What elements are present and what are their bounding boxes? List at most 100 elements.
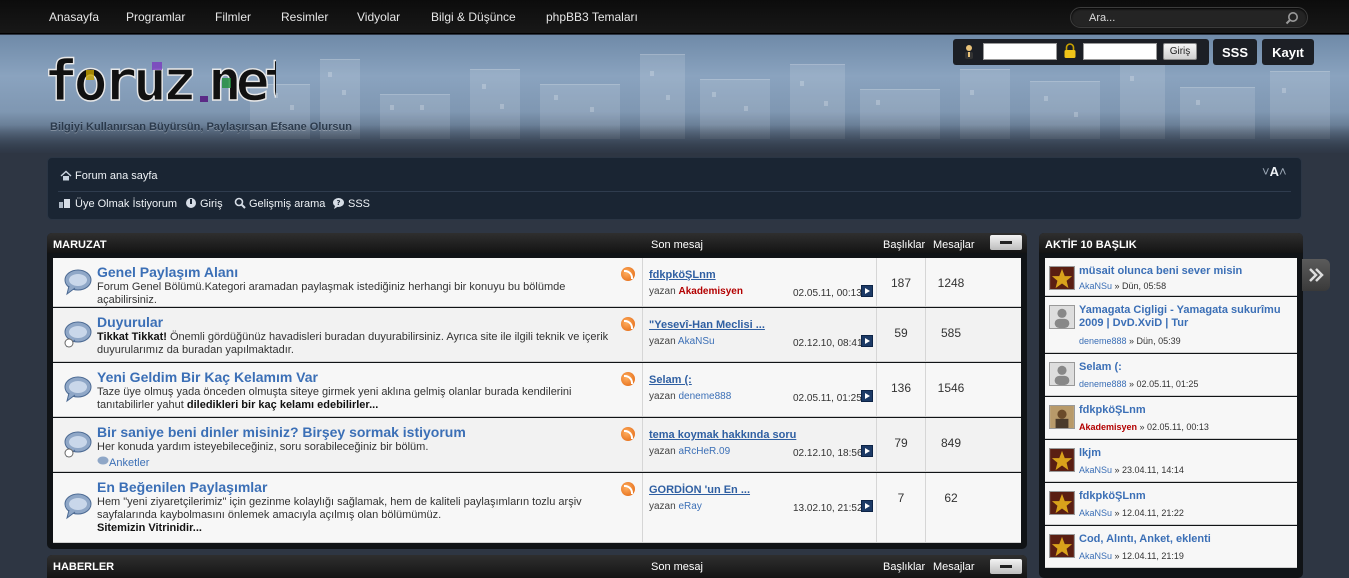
topic-author[interactable]: AkaNSu xyxy=(1079,508,1112,518)
nav-link-filmler[interactable]: Filmler xyxy=(215,10,251,24)
column-posts: Mesajlar xyxy=(933,239,975,251)
topic-author[interactable]: AkaNSu xyxy=(1079,281,1112,291)
active-topics-sidebar: AKTİF 10 BAŞLIK müsait olunca beni sever… xyxy=(1039,233,1303,578)
rss-icon[interactable] xyxy=(621,427,635,441)
font-decrease-icon[interactable]: ˅ xyxy=(1262,164,1270,179)
last-post-title[interactable]: Selam (: xyxy=(649,374,692,386)
topics-count: 79 xyxy=(894,436,908,450)
topic-author[interactable]: AkaNSu xyxy=(1079,465,1112,475)
posts-count: 585 xyxy=(940,326,962,340)
font-increase-icon[interactable]: ˄ xyxy=(1279,164,1287,179)
last-post-user[interactable]: AkaNSu xyxy=(678,336,715,347)
goto-last-post-icon[interactable] xyxy=(861,390,873,402)
posts-count: 1248 xyxy=(937,276,965,290)
last-post-date: 02.12.10, 18:56 xyxy=(793,448,863,459)
topic-link[interactable]: Yamagata Cigligi - Yamagata sukurîmu 200… xyxy=(1079,304,1299,330)
last-post-title[interactable]: tema koymak hakkında soru xyxy=(649,429,796,441)
last-post-title[interactable]: fdkpköŞLnm xyxy=(649,269,716,281)
forum-read-icon[interactable] xyxy=(61,319,93,349)
column-last-post: Son mesaj xyxy=(651,239,703,251)
forum-navbar: Forum ana sayfa ˅A˄ Üye Olmak İstiyorum … xyxy=(47,157,1302,220)
username-field[interactable] xyxy=(983,43,1057,60)
top-navigation-bar: Anasayfa Programlar Filmler Resimler Vid… xyxy=(0,0,1349,34)
login-button[interactable]: Giriş xyxy=(1163,43,1197,60)
column-topics: Başlıklar xyxy=(883,239,926,251)
forum-title[interactable]: Duyurular xyxy=(97,314,163,330)
topic-author[interactable]: AkaNSu xyxy=(1079,551,1112,561)
site-logo[interactable]: foruz net xyxy=(42,48,276,114)
sidebar-toggle-button[interactable] xyxy=(1302,259,1330,291)
topic-link[interactable]: müsait olunca beni sever misin xyxy=(1079,265,1299,278)
posts-count: 62 xyxy=(944,491,958,505)
forum-title[interactable]: Bir saniye beni dinler misiniz? Birşey s… xyxy=(97,424,466,440)
forum-title[interactable]: En Beğenilen Paylaşımlar xyxy=(97,479,267,495)
register-link[interactable]: Üye Olmak İstiyorum xyxy=(58,197,177,210)
goto-last-post-icon[interactable] xyxy=(861,285,873,297)
forum-description-bold: diledikleri bir kaç kelamı edebilirler..… xyxy=(186,399,379,411)
faq-button[interactable]: SSS xyxy=(1213,39,1257,65)
forum-read-icon[interactable] xyxy=(61,374,93,404)
by-label: yazan xyxy=(649,336,676,347)
forum-title[interactable]: Genel Paylaşım Alanı xyxy=(97,264,238,280)
list-item: fdkpköŞLnm Akademisyen » 02.05.11, 00:13 xyxy=(1045,397,1297,439)
rss-icon[interactable] xyxy=(621,267,635,281)
forum-row: Bir saniye beni dinler misiniz? Birşey s… xyxy=(53,418,1021,472)
breadcrumb[interactable]: Forum ana sayfa xyxy=(60,170,158,182)
topics-count: 136 xyxy=(890,381,912,395)
search-icon[interactable] xyxy=(1285,11,1299,25)
rss-icon[interactable] xyxy=(621,317,635,331)
minus-icon xyxy=(1000,241,1012,244)
nav-link-resimler[interactable]: Resimler xyxy=(281,10,328,24)
topic-author[interactable]: deneme888 xyxy=(1079,379,1127,389)
rss-icon[interactable] xyxy=(621,372,635,386)
category-title: MARUZAT xyxy=(53,239,107,251)
forum-row: Duyurular Tikkat Tikkat! Önemli gördüğün… xyxy=(53,308,1021,362)
nav-link-bilgi-dusunce[interactable]: Bilgi & Düşünce xyxy=(431,10,516,24)
login-panel: Giriş xyxy=(953,39,1209,65)
collapse-button[interactable] xyxy=(990,559,1022,574)
forum-row: En Beğenilen Paylaşımlar Hem "yeni ziyar… xyxy=(53,473,1021,543)
advanced-search-link[interactable]: Gelişmiş arama xyxy=(234,197,325,210)
topic-meta: AkaNSu » Dün, 05:58 xyxy=(1079,281,1166,291)
register-icon xyxy=(59,199,70,208)
font-size-label: A xyxy=(1269,164,1279,179)
last-post-user[interactable]: eRay xyxy=(678,501,701,512)
password-field[interactable] xyxy=(1083,43,1157,60)
last-post-user[interactable]: deneme888 xyxy=(678,391,731,402)
forum-read-icon[interactable] xyxy=(61,267,93,297)
collapse-button[interactable] xyxy=(990,235,1022,250)
goto-last-post-icon[interactable] xyxy=(861,500,873,512)
faq-link[interactable]: ? SSS xyxy=(332,197,370,210)
topic-link[interactable]: lkjm xyxy=(1079,447,1299,460)
nav-link-phpbb3-temalari[interactable]: phpBB3 Temaları xyxy=(546,10,638,24)
forum-title[interactable]: Yeni Geldim Bir Kaç Kelamım Var xyxy=(97,369,318,385)
topic-author[interactable]: deneme888 xyxy=(1079,336,1127,346)
faq-icon: ? xyxy=(333,198,344,209)
subforum-link[interactable]: Anketler xyxy=(97,456,149,469)
search-input[interactable] xyxy=(1089,10,1279,25)
topic-date: » 12.04.11, 21:19 xyxy=(1112,551,1184,561)
register-button[interactable]: Kayıt xyxy=(1262,39,1314,65)
nav-link-anasayfa[interactable]: Anasayfa xyxy=(49,10,99,24)
topic-date: » Dün, 05:39 xyxy=(1126,336,1181,346)
last-post-title[interactable]: "Yesevî-Han Meclisi ... xyxy=(649,319,765,331)
topic-link[interactable]: Cod, Alıntı, Anket, eklenti xyxy=(1079,533,1299,546)
rss-icon[interactable] xyxy=(621,482,635,496)
last-post-title[interactable]: GORDİON 'un En ... xyxy=(649,484,750,496)
topic-link[interactable]: fdkpköŞLnm xyxy=(1079,404,1299,417)
topic-author[interactable]: Akademisyen xyxy=(1079,422,1137,432)
topic-link[interactable]: Selam (: xyxy=(1079,361,1299,374)
font-size-toggle[interactable]: ˅A˄ xyxy=(1262,164,1287,179)
forum-read-icon[interactable] xyxy=(61,429,93,459)
goto-last-post-icon[interactable] xyxy=(861,335,873,347)
last-post-user[interactable]: Akademisyen xyxy=(678,286,742,297)
login-link[interactable]: Giriş xyxy=(185,197,223,210)
goto-last-post-icon[interactable] xyxy=(861,445,873,457)
forum-read-icon[interactable] xyxy=(61,491,93,521)
nav-link-vidyolar[interactable]: Vidyolar xyxy=(357,10,400,24)
topic-link[interactable]: fdkpköŞLnm xyxy=(1079,490,1299,503)
nav-link-programlar[interactable]: Programlar xyxy=(126,10,185,24)
category-title: HABERLER xyxy=(53,561,115,573)
last-post-user[interactable]: aRcHeR.09 xyxy=(678,446,730,457)
user-avatar xyxy=(1049,534,1075,558)
